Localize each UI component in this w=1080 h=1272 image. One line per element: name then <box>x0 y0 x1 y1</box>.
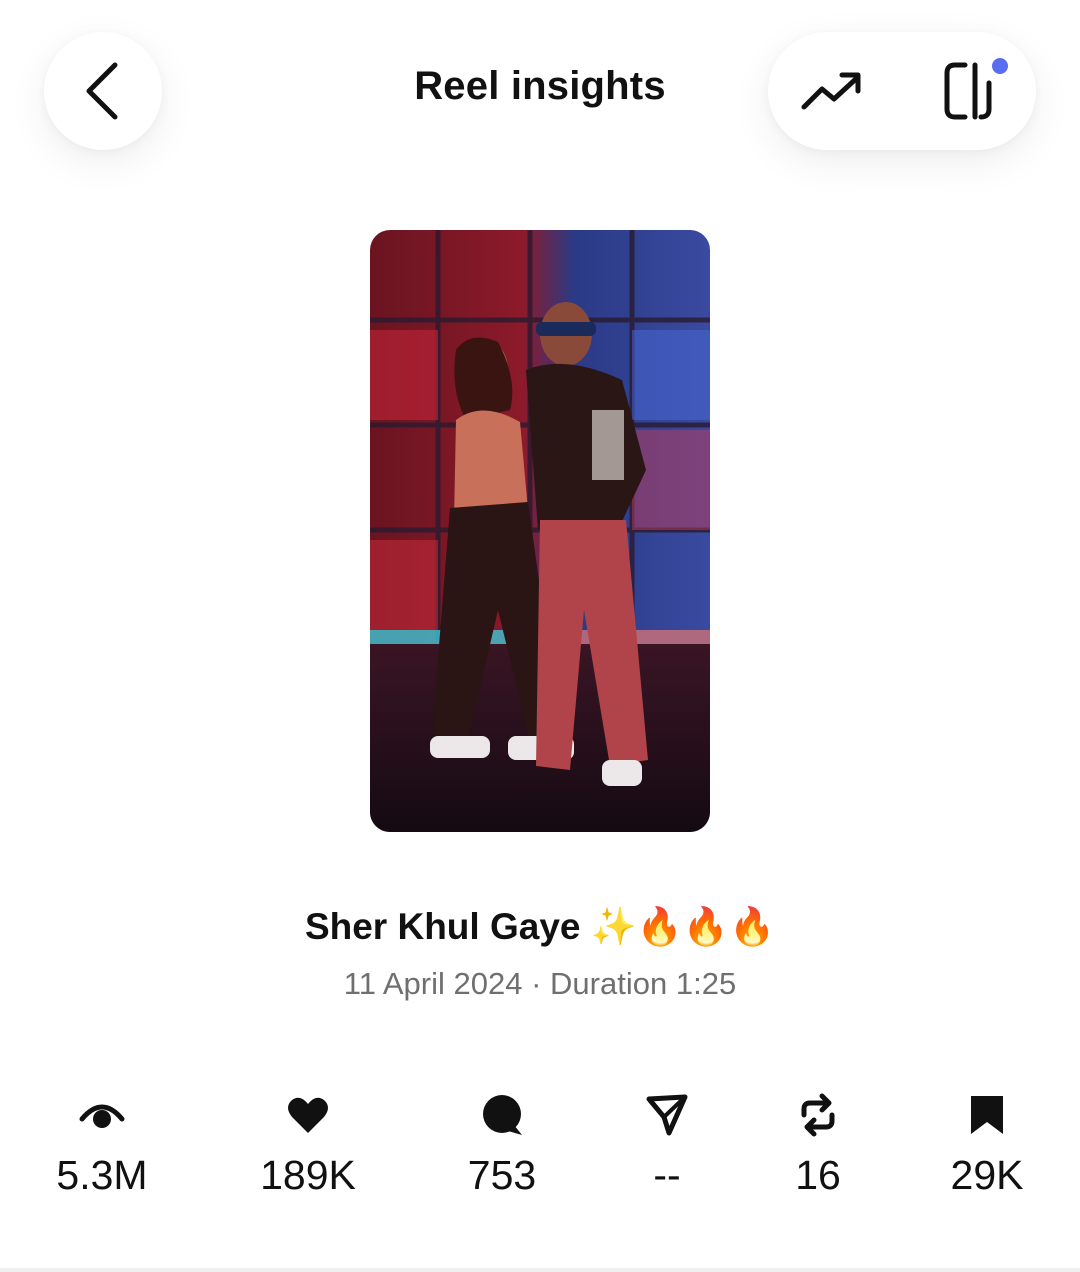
comments-count: 753 <box>467 1152 537 1198</box>
share-icon <box>646 1094 688 1136</box>
reel-duration: 1:25 <box>675 966 737 1001</box>
reel-meta: 11 April 2024 · Duration 1:25 <box>0 966 1080 1002</box>
edits-app-button[interactable] <box>914 32 1034 150</box>
reel-thumbnail-image <box>370 230 710 832</box>
saves-count: 29K <box>950 1152 1024 1198</box>
meta-separator: · <box>531 966 542 1001</box>
reel-date: 11 April 2024 <box>343 966 523 1001</box>
header-actions <box>768 32 1036 150</box>
stat-saves: 29K <box>897 1090 1077 1199</box>
eye-icon <box>79 1104 125 1128</box>
views-count: 5.3M <box>56 1152 148 1198</box>
shares-count: -- <box>653 1152 681 1198</box>
reel-title: Sher Khul Gaye ✨🔥🔥🔥 <box>304 906 776 947</box>
duration-label: Duration <box>550 966 668 1001</box>
reposts-count: 16 <box>795 1152 841 1198</box>
stat-reposts: 16 <box>728 1090 908 1199</box>
stat-comments: 753 <box>412 1090 592 1199</box>
bookmark-icon <box>971 1096 1003 1134</box>
divider <box>0 1268 1080 1272</box>
repost-icon <box>801 1093 835 1137</box>
reel-thumbnail[interactable] <box>370 230 710 832</box>
trend-button[interactable] <box>772 32 892 150</box>
comment-icon <box>483 1095 522 1135</box>
trending-up-icon <box>801 72 861 110</box>
heart-icon <box>288 1097 328 1133</box>
likes-count: 189K <box>260 1152 356 1198</box>
stat-likes: 189K <box>218 1090 398 1199</box>
stat-views: 5.3M <box>12 1090 192 1199</box>
notification-dot <box>992 58 1008 74</box>
reel-insights-screen: Reel insights Sher Khul Gaye ✨🔥🔥🔥 11 Apr… <box>0 0 1080 1272</box>
